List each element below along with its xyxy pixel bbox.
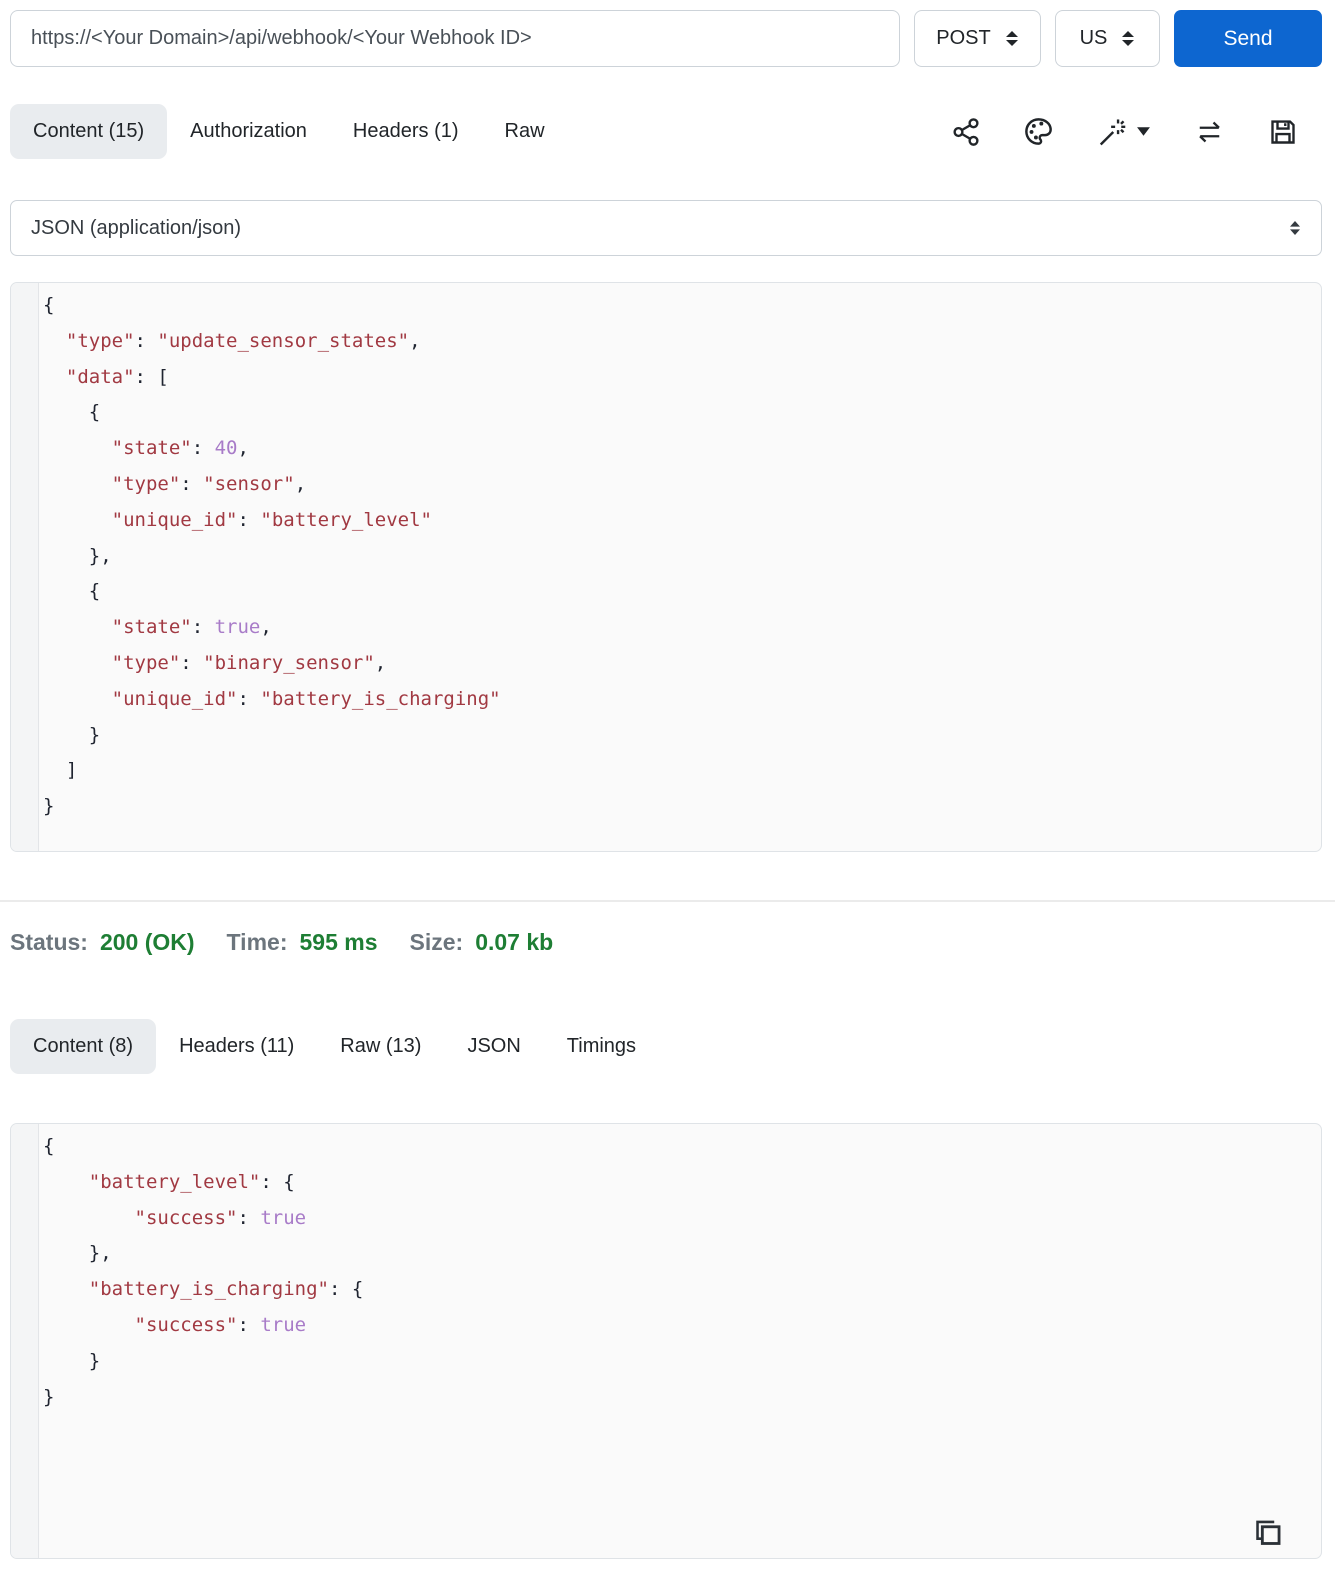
tab-request-headers[interactable]: Headers (1): [330, 104, 482, 159]
request-body-code[interactable]: { "type": "update_sensor_states", "data"…: [39, 283, 1321, 851]
size-value: 0.07 kb: [475, 929, 554, 955]
request-bar: POST US Send: [10, 10, 1322, 67]
status-label: Status:: [10, 929, 88, 955]
response-body-code: { "battery_level": { "success": true }, …: [43, 1135, 364, 1408]
editor-gutter: [11, 283, 39, 851]
tab-request-content[interactable]: Content (15): [10, 104, 168, 159]
response-status-bar: Status: 200 (OK) Time: 595 ms Size: 0.07…: [10, 929, 1322, 963]
updown-caret-icon: [1290, 221, 1300, 235]
swap-arrows-icon[interactable]: [1193, 117, 1226, 147]
size-pair: Size: 0.07 kb: [410, 929, 554, 956]
region-select[interactable]: US: [1055, 10, 1160, 67]
tab-response-raw[interactable]: Raw (13): [317, 1019, 444, 1074]
request-toolbar: [951, 116, 1322, 148]
status-code-value: 200 (OK): [99, 929, 195, 955]
save-icon[interactable]: [1268, 117, 1298, 147]
palette-icon[interactable]: [1023, 116, 1054, 147]
request-tabs: Content (15) Authorization Headers (1) R…: [10, 104, 568, 159]
share-icon[interactable]: [951, 117, 981, 147]
response-tabs: Content (8) Headers (11) Raw (13) JSON T…: [10, 1019, 659, 1074]
region-select-value: US: [1079, 27, 1108, 49]
rest-client-page: POST US Send Content (15) Authorization …: [0, 10, 1335, 1559]
time-label: Time:: [226, 929, 288, 955]
caret-down-icon: [1137, 127, 1150, 136]
copy-icon[interactable]: [1251, 1516, 1285, 1553]
tab-response-headers[interactable]: Headers (11): [156, 1019, 317, 1074]
response-tabs-row: Content (8) Headers (11) Raw (13) JSON T…: [10, 1019, 1322, 1074]
request-body-editor[interactable]: { "type": "update_sensor_states", "data"…: [10, 282, 1322, 852]
time-pair: Time: 595 ms: [227, 929, 378, 956]
size-label: Size:: [409, 929, 464, 955]
tab-request-authorization[interactable]: Authorization: [167, 104, 330, 159]
viewer-gutter: [11, 1124, 39, 1558]
time-value: 595 ms: [299, 929, 378, 955]
content-type-value: JSON (application/json): [31, 216, 242, 239]
send-button[interactable]: Send: [1174, 10, 1322, 67]
request-tabs-row: Content (15) Authorization Headers (1) R…: [10, 104, 1322, 159]
content-type-select[interactable]: JSON (application/json): [10, 200, 1322, 256]
method-select[interactable]: POST: [914, 10, 1041, 67]
tab-response-content[interactable]: Content (8): [10, 1019, 157, 1074]
response-body-viewer: { "battery_level": { "success": true }, …: [10, 1123, 1322, 1559]
url-input[interactable]: [10, 10, 900, 67]
updown-caret-icon: [1005, 31, 1018, 46]
status-pair: Status: 200 (OK): [10, 929, 195, 956]
magic-wand-icon[interactable]: [1096, 116, 1151, 148]
method-select-value: POST: [936, 27, 991, 49]
updown-caret-icon: [1122, 31, 1135, 46]
tab-response-timings[interactable]: Timings: [544, 1019, 659, 1074]
tab-response-json[interactable]: JSON: [444, 1019, 543, 1074]
section-divider: [0, 900, 1335, 902]
tab-request-raw[interactable]: Raw: [482, 104, 568, 159]
